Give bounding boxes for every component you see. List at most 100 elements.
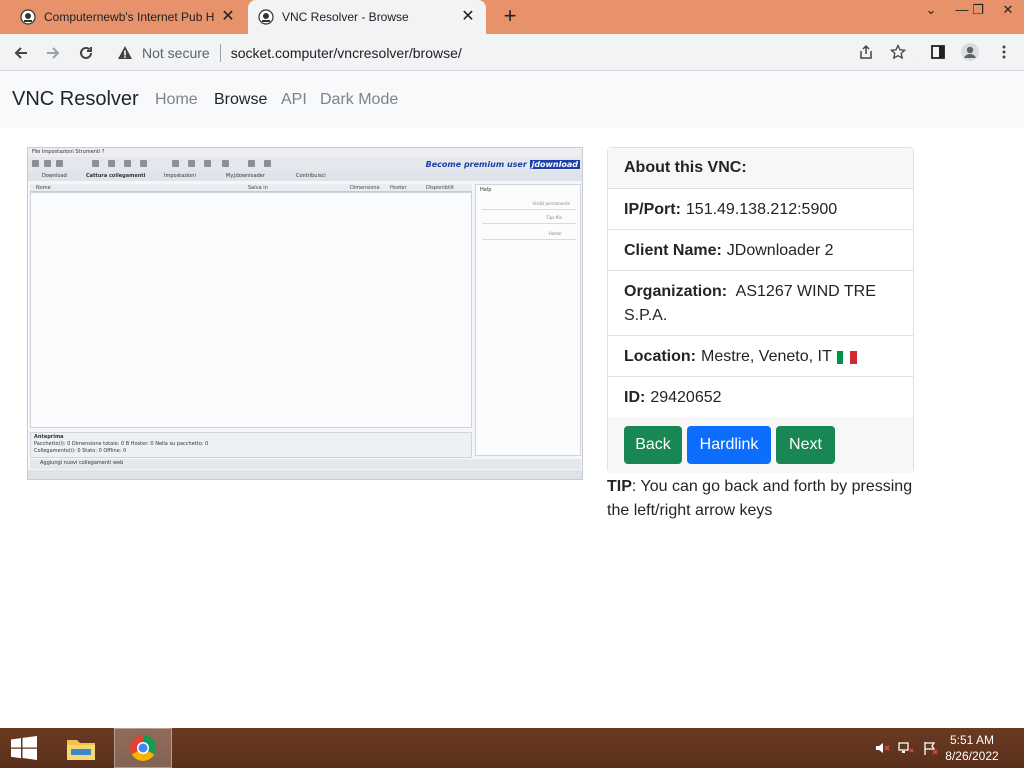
start-windows-icon[interactable] xyxy=(0,728,48,768)
overview-line: Collegamento(i): 0 Stato: 0 Offline: 0 xyxy=(34,448,127,454)
info-row-ip: IP/Port: 151.49.138.212:5900 xyxy=(608,189,913,230)
premium-brand: jdownload xyxy=(529,160,580,169)
info-row-organization: Organization: AS1267 WIND TRE S.P.A. xyxy=(608,271,913,336)
tab-vnc-resolver[interactable]: VNC Resolver - Browse ✕ xyxy=(248,0,486,34)
row-value: Mestre, Veneto, IT xyxy=(701,348,832,365)
chrome-taskbar-icon[interactable] xyxy=(114,728,172,768)
row-value: JDownloader 2 xyxy=(726,242,834,259)
vnc-screenshot: File Impostazioni Strumenti ? Become pre… xyxy=(27,147,583,480)
tab-title: VNC Resolver - Browse xyxy=(282,10,409,24)
clock-date: 8/26/2022 xyxy=(945,749,999,763)
clock-time: 5:51 AM xyxy=(949,733,995,747)
row-value: 29420652 xyxy=(650,389,722,406)
side-help: Help xyxy=(480,187,492,193)
add-links-label: Aggiungi nuovi collegamenti web xyxy=(40,460,124,466)
row-label: IP/Port: xyxy=(624,201,681,218)
site-brand[interactable]: VNC Resolver xyxy=(12,88,139,111)
app-statusbar xyxy=(28,470,582,479)
back-arrow-icon[interactable] xyxy=(8,40,34,66)
chevron-down-icon[interactable]: ⌄ xyxy=(915,0,947,22)
app-tab-download: Download xyxy=(42,173,67,179)
premium-text: Become premium user xyxy=(425,160,527,169)
browser-toolbar: Not secure socket.computer/vncresolver/b… xyxy=(0,34,1024,71)
close-tab-icon[interactable]: ✕ xyxy=(460,9,476,25)
security-label: Not secure xyxy=(142,44,210,61)
action-center-flag-icon[interactable] xyxy=(920,728,940,768)
nav-api[interactable]: API xyxy=(281,91,307,109)
side-option: Tipo file xyxy=(546,215,562,220)
app-toolbar: Become premium user jdownload xyxy=(28,157,582,171)
card-header: About this VNC: xyxy=(608,148,913,189)
info-row-location: Location: Mestre, Veneto, IT xyxy=(608,336,913,377)
pause-icon xyxy=(44,160,51,167)
site-navbar: VNC Resolver Home Browse API Dark Mode xyxy=(0,71,1024,128)
row-label: Location: xyxy=(624,348,696,365)
new-tab-button[interactable]: + xyxy=(498,5,522,29)
side-option: Hoster xyxy=(548,231,562,236)
app-menubar: File Impostazioni Strumenti ? xyxy=(28,148,582,157)
side-panel-icon[interactable] xyxy=(928,42,948,62)
close-window-button[interactable]: ✕ xyxy=(992,0,1024,22)
move-up-icon xyxy=(108,160,115,167)
url-text[interactable]: socket.computer/vncresolver/browse/ xyxy=(231,45,462,61)
site-favicon-icon xyxy=(258,9,274,25)
file-explorer-icon[interactable] xyxy=(58,728,104,768)
share-icon[interactable] xyxy=(856,42,876,62)
col-size: Dimensione xyxy=(350,185,380,191)
col-name: Nome xyxy=(36,185,51,191)
update-icon xyxy=(222,160,229,167)
row-text: Organization: AS1267 WIND TRE S.P.A. xyxy=(624,280,897,328)
close-tab-icon[interactable]: ✕ xyxy=(220,9,236,25)
back-button[interactable]: Back xyxy=(624,426,682,464)
vnc-info-card: About this VNC: IP/Port: 151.49.138.212:… xyxy=(607,147,914,473)
reconnect-icon xyxy=(188,160,195,167)
profile-avatar-icon[interactable] xyxy=(960,42,980,62)
divider xyxy=(482,209,576,210)
divider xyxy=(482,223,576,224)
info-row-id: ID: 29420652 xyxy=(608,377,913,418)
menu-dots-icon[interactable] xyxy=(994,42,1014,62)
app-overview: Anteprima Pacchetto(i): 0 Dimensione tot… xyxy=(30,432,472,458)
settings-icon xyxy=(248,160,255,167)
app-tab-myjd: My.Jdownloader xyxy=(226,173,265,179)
col-availability: Disponibilit xyxy=(426,185,454,191)
divider xyxy=(482,239,576,240)
row-label: ID: xyxy=(624,389,646,406)
forward-arrow-icon[interactable] xyxy=(40,40,66,66)
volume-muted-icon[interactable] xyxy=(872,728,892,768)
tab-strip: Computernewb's Internet Pub H ✕ VNC Reso… xyxy=(0,0,1024,34)
row-label: Client Name: xyxy=(624,242,722,259)
next-button[interactable]: Next xyxy=(776,426,835,464)
side-option: Visibil permanente xyxy=(532,201,570,206)
clipboard-icon xyxy=(172,160,179,167)
italy-flag-icon xyxy=(836,351,857,364)
bookmark-star-icon[interactable] xyxy=(888,42,908,62)
play-icon xyxy=(32,160,39,167)
nav-home[interactable]: Home xyxy=(155,91,198,109)
warning-icon[interactable] xyxy=(116,45,134,61)
nav-dark-mode[interactable]: Dark Mode xyxy=(320,91,398,109)
network-icon[interactable] xyxy=(896,728,916,768)
app-tab-contribute: Contribuisci xyxy=(296,173,326,179)
row-value: 151.49.138.212:5900 xyxy=(685,201,838,218)
app-tab-linkgrabber: Cattura collegamenti xyxy=(86,173,146,179)
app-column-header: Nome Salva in Dimensione Hoster Disponib… xyxy=(30,184,472,192)
tip-text: TIP: You can go back and forth by pressi… xyxy=(607,475,917,523)
app-tab-settings: Impostazioni xyxy=(164,173,196,179)
app-side-panel: Help Visibil permanente Tipo file Hoster xyxy=(475,184,581,456)
logs-icon xyxy=(264,160,271,167)
divider xyxy=(219,43,221,62)
speed-icon xyxy=(204,160,211,167)
col-save-to: Salva in xyxy=(248,185,268,191)
taskbar-clock[interactable]: 5:51 AM 8/26/2022 xyxy=(942,732,1002,764)
hardlink-button[interactable]: Hardlink xyxy=(687,426,771,464)
nav-browse[interactable]: Browse xyxy=(214,91,267,109)
restore-button[interactable]: ❐ xyxy=(962,0,994,22)
address-bar[interactable]: Not secure socket.computer/vncresolver/b… xyxy=(108,38,918,67)
tip-label: TIP xyxy=(607,478,632,495)
tab-internet-pub[interactable]: Computernewb's Internet Pub H ✕ xyxy=(10,0,246,34)
stop-icon xyxy=(56,160,63,167)
reload-icon[interactable] xyxy=(73,40,99,66)
site-favicon-icon xyxy=(20,9,36,25)
move-bottom-icon xyxy=(140,160,147,167)
